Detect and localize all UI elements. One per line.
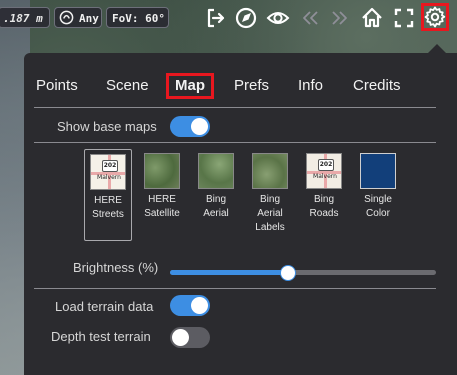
section-divider: [34, 142, 436, 143]
target-mode-label: Any: [79, 12, 99, 25]
base-map-bing-roads[interactable]: 202 Malvern Bing Roads: [301, 149, 347, 221]
brightness-label: Brightness (%): [73, 260, 159, 275]
toggle-knob: [191, 118, 208, 135]
settings-tabs: Points Scene Map Prefs Info Credits: [24, 73, 457, 99]
load-terrain-label: Load terrain data: [55, 299, 154, 314]
step-back-icon[interactable]: [298, 6, 322, 30]
distance-readout: .187 m: [0, 7, 50, 28]
target-mode-icon: [59, 10, 74, 25]
tab-credits[interactable]: Credits: [353, 73, 401, 99]
here-satellite-thumbnail: [144, 153, 180, 189]
base-map-bing-aerial[interactable]: Bing Aerial: [193, 149, 239, 221]
base-map-label: HERE Satellite: [144, 194, 180, 219]
sign-in-icon[interactable]: [204, 6, 228, 30]
slider-fill: [170, 270, 288, 275]
depth-test-label: Depth test terrain: [51, 329, 151, 344]
home-icon[interactable]: [360, 6, 384, 30]
show-base-maps-toggle[interactable]: [170, 116, 210, 137]
bing-aerial-thumbnail: [198, 153, 234, 189]
panel-caret: [428, 44, 446, 53]
tab-prefs[interactable]: Prefs: [234, 73, 269, 99]
settings-panel: Points Scene Map Prefs Info Credits Show…: [24, 53, 457, 375]
tab-info[interactable]: Info: [298, 73, 323, 99]
tabs-divider: [34, 107, 436, 108]
base-map-here-streets[interactable]: 202 Malvern HERE Streets: [84, 149, 132, 241]
single-color-swatch: [360, 153, 396, 189]
base-map-here-satellite[interactable]: HERE Satellite: [139, 149, 185, 221]
tab-points[interactable]: Points: [36, 73, 78, 99]
step-forward-icon[interactable]: [328, 6, 352, 30]
base-map-single-color[interactable]: Single Color: [355, 149, 401, 221]
base-map-label: Bing Aerial: [203, 194, 229, 219]
brightness-slider[interactable]: [170, 263, 436, 281]
base-map-label: Bing Roads: [309, 194, 339, 219]
top-toolbar: .187 m Any FoV: 60°: [0, 0, 457, 36]
navigate-icon[interactable]: [234, 6, 258, 30]
show-base-maps-label: Show base maps: [57, 119, 157, 134]
depth-test-toggle[interactable]: [170, 327, 210, 348]
toggle-knob: [191, 297, 208, 314]
base-map-bing-aerial-labels[interactable]: Bing Aerial Labels: [247, 149, 293, 235]
base-map-label: Bing Aerial Labels: [255, 194, 285, 233]
section-divider: [34, 288, 436, 289]
load-terrain-toggle[interactable]: [170, 295, 210, 316]
tab-scene[interactable]: Scene: [106, 73, 149, 99]
bing-roads-thumbnail: 202 Malvern: [306, 153, 342, 189]
toggle-knob: [172, 329, 189, 346]
fullscreen-icon[interactable]: [392, 6, 416, 30]
here-streets-thumbnail: 202 Malvern: [90, 154, 126, 190]
base-map-label: Single Color: [364, 194, 392, 219]
target-mode-selector[interactable]: Any: [54, 7, 102, 28]
tab-map[interactable]: Map: [166, 73, 214, 99]
base-map-label: HERE Streets: [92, 195, 124, 220]
eye-icon[interactable]: [266, 6, 290, 30]
fov-readout[interactable]: FoV: 60°: [106, 7, 169, 28]
slider-handle[interactable]: [280, 265, 297, 281]
gear-icon[interactable]: [423, 5, 447, 29]
bing-aerial-labels-thumbnail: [252, 153, 288, 189]
